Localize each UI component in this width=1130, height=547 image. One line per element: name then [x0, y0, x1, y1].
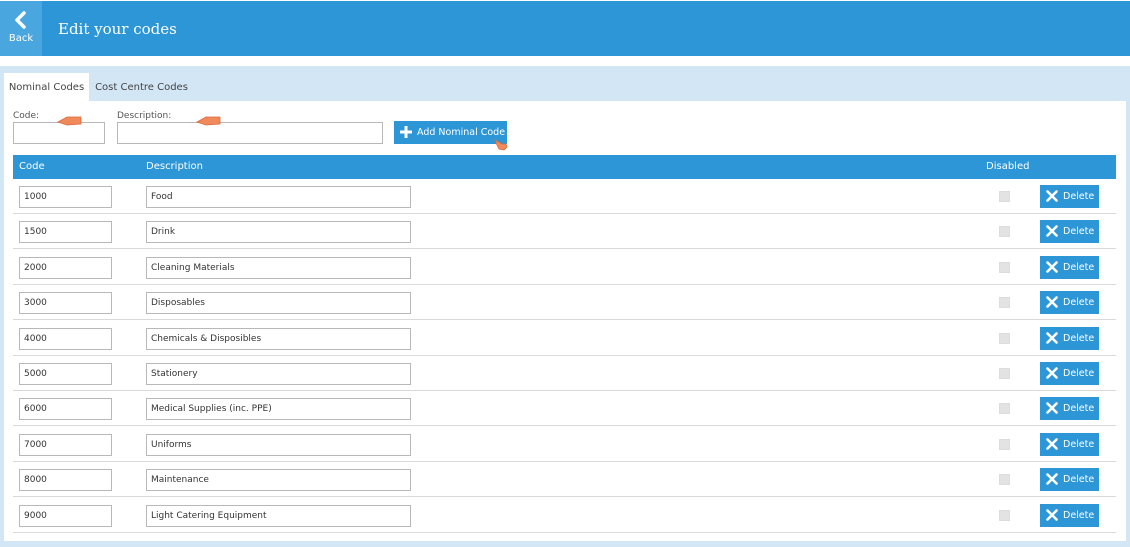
table-row: Delete	[13, 321, 1116, 356]
arrow-hint-icon	[57, 116, 82, 126]
disabled-checkbox[interactable]	[999, 332, 1010, 344]
table-row: Delete	[13, 179, 1116, 214]
close-icon	[1046, 473, 1058, 485]
code-input[interactable]	[19, 469, 112, 492]
disabled-checkbox[interactable]	[999, 403, 1010, 415]
close-icon	[1046, 296, 1058, 308]
disabled-checkbox[interactable]	[999, 509, 1010, 521]
description-input[interactable]	[146, 327, 411, 350]
delete-label: Delete	[1063, 474, 1095, 486]
close-icon	[1046, 331, 1058, 344]
tab-cost-centre-codes[interactable]: Cost Centre Codes	[91, 73, 192, 102]
arrow-hint-icon	[196, 116, 221, 126]
description-input[interactable]	[146, 363, 411, 385]
code-input[interactable]	[19, 256, 112, 279]
delete-label: Delete	[1063, 509, 1095, 521]
delete-label: Delete	[1063, 332, 1095, 344]
description-input[interactable]	[146, 221, 411, 244]
description-input[interactable]	[146, 504, 411, 527]
delete-button[interactable]: Delete	[1040, 326, 1099, 350]
new-description-input[interactable]	[117, 122, 383, 144]
delete-label: Delete	[1063, 297, 1095, 309]
delete-label: Delete	[1063, 438, 1095, 450]
description-input[interactable]	[146, 469, 411, 492]
delete-button[interactable]: Delete	[1040, 291, 1099, 315]
close-icon	[1046, 225, 1058, 238]
close-icon	[1046, 260, 1058, 273]
code-input[interactable]	[19, 363, 112, 385]
disabled-checkbox[interactable]	[999, 438, 1010, 450]
back-label: Back	[8, 33, 34, 44]
description-input[interactable]	[146, 292, 411, 315]
code-input[interactable]	[19, 398, 112, 421]
disabled-checkbox[interactable]	[999, 261, 1010, 273]
close-icon	[1046, 402, 1058, 415]
disabled-checkbox[interactable]	[999, 226, 1010, 238]
delete-button[interactable]: Delete	[1040, 503, 1099, 527]
code-input[interactable]	[19, 433, 112, 456]
code-input[interactable]	[19, 327, 112, 350]
table-header: Code Description Disabled	[13, 155, 1116, 179]
close-icon	[1046, 437, 1058, 450]
delete-label: Delete	[1063, 403, 1095, 415]
code-input[interactable]	[19, 292, 112, 315]
close-icon	[1046, 508, 1058, 521]
table-row: Delete	[13, 214, 1116, 250]
disabled-checkbox[interactable]	[999, 368, 1010, 379]
table-row: Delete	[13, 462, 1116, 498]
delete-label: Delete	[1063, 191, 1095, 202]
table-row: Delete	[13, 250, 1116, 285]
delete-button[interactable]: Delete	[1040, 362, 1099, 385]
delete-label: Delete	[1063, 368, 1095, 379]
delete-button[interactable]: Delete	[1040, 468, 1099, 492]
top-bar: Back Edit your codes	[0, 1, 1130, 56]
delete-label: Delete	[1063, 226, 1095, 238]
table-row: Delete	[13, 285, 1116, 321]
disabled-checkbox[interactable]	[999, 474, 1010, 486]
table-row: Delete	[13, 356, 1116, 391]
delete-label: Delete	[1063, 261, 1095, 273]
chevron-left-icon	[15, 11, 26, 29]
description-input[interactable]	[146, 398, 411, 421]
disabled-checkbox[interactable]	[999, 191, 1010, 202]
code-input[interactable]	[19, 504, 112, 527]
column-header-code: Code	[19, 161, 45, 172]
code-input[interactable]	[19, 221, 112, 244]
code-field-label: Code:	[13, 111, 40, 121]
delete-button[interactable]: Delete	[1040, 255, 1099, 279]
delete-button[interactable]: Delete	[1040, 220, 1099, 244]
description-input[interactable]	[146, 186, 411, 208]
plus-icon	[400, 126, 412, 138]
delete-button[interactable]: Delete	[1040, 185, 1099, 208]
table-row: Delete	[13, 391, 1116, 427]
disabled-checkbox[interactable]	[999, 297, 1010, 309]
close-icon	[1046, 367, 1058, 379]
column-header-disabled: Disabled	[986, 161, 1030, 172]
tab-nominal-codes[interactable]: Nominal Codes	[4, 73, 89, 102]
description-input[interactable]	[146, 256, 411, 279]
hand-pointer-icon	[494, 139, 508, 151]
description-input[interactable]	[146, 433, 411, 456]
add-nominal-code-label: Add Nominal Code	[417, 127, 506, 138]
close-icon	[1046, 190, 1058, 202]
table-row: Delete	[13, 427, 1116, 462]
column-header-description: Description	[146, 161, 203, 172]
code-input[interactable]	[19, 186, 112, 208]
delete-button[interactable]: Delete	[1040, 397, 1099, 421]
description-field-label: Description:	[117, 111, 172, 121]
add-nominal-code-button[interactable]: Add Nominal Code	[394, 121, 507, 144]
back-button[interactable]: Back	[0, 1, 42, 56]
delete-button[interactable]: Delete	[1040, 432, 1099, 456]
page-title: Edit your codes	[58, 20, 177, 38]
table-row: Delete	[13, 498, 1116, 533]
